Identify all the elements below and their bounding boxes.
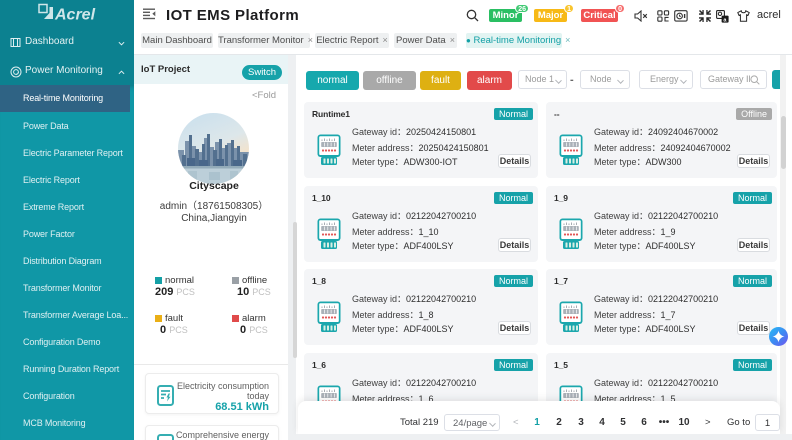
svg-text:Acrel: Acrel (54, 7, 96, 24)
